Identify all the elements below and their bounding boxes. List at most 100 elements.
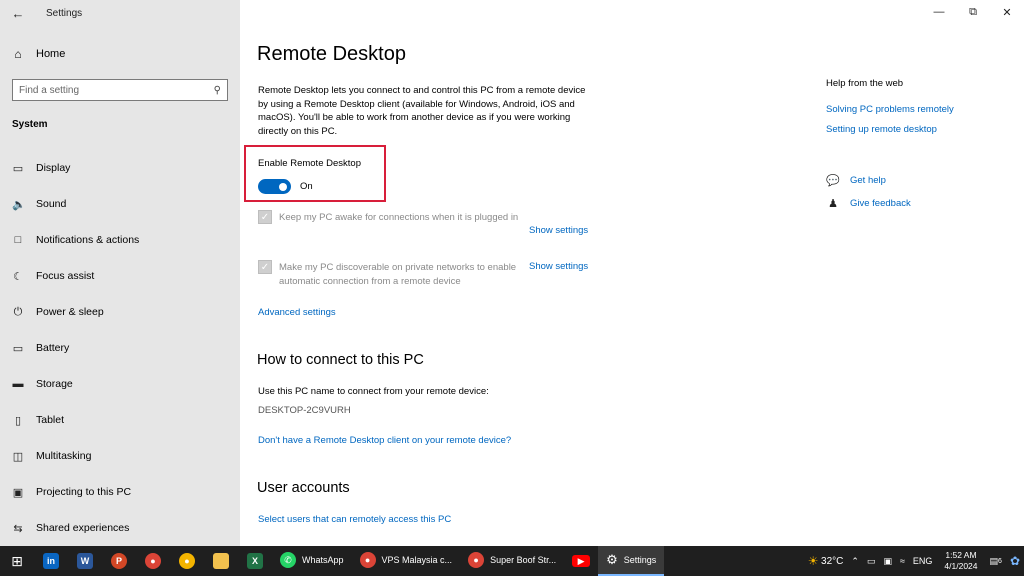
close-button[interactable]: ✕ [990, 0, 1024, 24]
sidebar-item-focus-assist[interactable]: ☾ Focus assist [0, 258, 240, 294]
sidebar-item-projecting[interactable]: ▣ Projecting to this PC [0, 474, 240, 510]
checkmark-icon: ✓ [260, 211, 270, 223]
show-settings-link-2[interactable]: Show settings [529, 261, 588, 272]
taskbar-file-explorer[interactable] [204, 546, 238, 576]
search-box[interactable]: ⚲ [12, 79, 228, 101]
window-controls: — ⧉ ✕ [922, 0, 1024, 24]
speaker-icon: 🔈 [12, 198, 26, 211]
keep-awake-checkbox[interactable]: ✓ [258, 210, 272, 224]
get-help[interactable]: 💬 Get help [826, 174, 886, 187]
taskbar-excel[interactable]: X [238, 546, 272, 576]
help-link-2[interactable]: Setting up remote desktop [826, 124, 937, 135]
sidebar-item-storage[interactable]: ▬ Storage [0, 366, 240, 402]
clock-date: 4/1/2024 [944, 561, 978, 571]
taskbar-app-label: VPS Malaysia c... [381, 555, 453, 565]
tray-network[interactable]: ≈ [896, 556, 909, 566]
show-settings-link-1[interactable]: Show settings [529, 225, 588, 236]
tray-copilot[interactable]: ✿ [1006, 554, 1024, 568]
temperature: 32°C [821, 555, 844, 567]
show-hidden-icons[interactable]: ⌃ [847, 556, 863, 567]
windows-icon: ⊞ [11, 552, 23, 569]
tablet-icon: ▯ [14, 414, 22, 427]
start-button[interactable]: ⊞ [0, 546, 34, 576]
toggle-state: On [300, 181, 313, 192]
restore-icon: ⧉ [969, 5, 977, 18]
give-feedback-link[interactable]: Give feedback [850, 198, 911, 209]
advanced-settings-link[interactable]: Advanced settings [258, 307, 336, 318]
linkedin-icon: in [43, 553, 59, 569]
connect-heading: How to connect to this PC [257, 352, 424, 368]
search-icon[interactable]: ⚲ [214, 85, 221, 96]
weather-widget[interactable]: ☀ 32°C [804, 554, 848, 568]
sidebar-item-label: Focus assist [36, 270, 95, 282]
chat-help-icon: 💬 [826, 175, 840, 187]
clock[interactable]: 1:52 AM 4/1/2024 [936, 550, 985, 572]
taskbar-settings[interactable]: ⚙ Settings [598, 546, 665, 576]
excel-icon: X [247, 553, 263, 569]
taskbar-chrome-super[interactable]: ● Super Boof Str... [460, 546, 564, 576]
power-icon: ⏻ [13, 305, 23, 318]
sidebar-item-tablet[interactable]: ▯ Tablet [0, 402, 240, 438]
section-header: System [12, 119, 48, 130]
sidebar-nav: ▭ Display 🔈 Sound □ Notifications & actions… [0, 150, 240, 546]
sidebar-item-battery[interactable]: ▭ Battery [0, 330, 240, 366]
tray-battery[interactable]: ▭ [863, 556, 880, 567]
enable-remote-desktop-toggle[interactable] [258, 179, 291, 194]
back-button[interactable]: ← [0, 0, 36, 26]
taskbar-chrome-vps[interactable]: ● VPS Malaysia c... [352, 546, 461, 576]
sidebar-item-display[interactable]: ▭ Display [0, 150, 240, 186]
taskbar-chrome-2[interactable]: ● [170, 546, 204, 576]
enable-label: Enable Remote Desktop [258, 158, 361, 169]
accounts-heading: User accounts [257, 480, 350, 496]
sidebar-item-label: Storage [36, 378, 73, 390]
taskbar-linkedin[interactable]: in [34, 546, 68, 576]
battery-icon: ▭ [866, 555, 876, 566]
taskbar-whatsapp[interactable]: ✆ WhatsApp [272, 546, 352, 576]
taskbar-word[interactable]: W [68, 546, 102, 576]
wifi-icon: ≈ [899, 556, 905, 566]
tray-language[interactable]: ENG [909, 556, 937, 566]
sidebar-item-sound[interactable]: 🔈 Sound [0, 186, 240, 222]
sidebar-item-shared-experiences[interactable]: ⇆ Shared experiences [0, 510, 240, 546]
sidebar-item-power-sleep[interactable]: ⏻ Power & sleep [0, 294, 240, 330]
window-title: Settings [46, 7, 83, 19]
restore-button[interactable]: ⧉ [956, 0, 990, 24]
close-icon: ✕ [1002, 6, 1012, 19]
search-input[interactable] [19, 84, 214, 96]
language-indicator: ENG [912, 556, 933, 566]
sidebar-item-label: Sound [36, 198, 67, 210]
page-title: Remote Desktop [257, 43, 406, 65]
sidebar-item-label: Notifications & actions [36, 234, 140, 246]
youtube-icon: ▶ [572, 555, 591, 567]
notification-count: 6 [998, 557, 1002, 565]
select-users-link[interactable]: Select users that can remotely access th… [258, 514, 451, 525]
give-feedback[interactable]: ♟ Give feedback [826, 197, 911, 210]
minimize-button[interactable]: — [922, 0, 956, 24]
chevron-up-icon: ⌃ [851, 555, 859, 566]
taskbar-youtube[interactable]: ▶ [564, 546, 598, 576]
discoverable-checkbox[interactable]: ✓ [258, 260, 272, 274]
client-link[interactable]: Don't have a Remote Desktop client on yo… [258, 435, 511, 446]
sidebar-item-label: Power & sleep [36, 306, 104, 318]
sidebar-item-home[interactable]: ⌂ Home [12, 47, 65, 61]
sidebar-item-label: Battery [36, 342, 70, 354]
chrome-icon: ● [359, 552, 376, 568]
moon-icon: ☾ [13, 270, 23, 283]
tray-meet[interactable]: ▣ [879, 556, 896, 567]
sidebar-item-multitasking[interactable]: ◫ Multitasking [0, 438, 240, 474]
taskbar: ⊞ in W P ● ● X ✆ WhatsApp ● VPS Malaysia c… [0, 546, 1024, 576]
notification-center[interactable]: ▤ 6 [986, 556, 1006, 567]
sidebar-item-label: Projecting to this PC [36, 486, 132, 498]
battery-icon: ▭ [12, 342, 24, 355]
taskbar-chrome-1[interactable]: ● [136, 546, 170, 576]
sidebar-item-notifications[interactable]: □ Notifications & actions [0, 222, 240, 258]
help-link-1[interactable]: Solving PC problems remotely [826, 104, 954, 115]
sidebar: ← Settings ⌂ Home ⚲ System ▭ Display 🔈 Sou… [0, 0, 240, 546]
folder-icon [213, 553, 229, 569]
home-label: Home [36, 48, 66, 60]
taskbar-powerpoint[interactable]: P [102, 546, 136, 576]
sidebar-item-label: Shared experiences [36, 522, 130, 534]
get-help-link[interactable]: Get help [850, 175, 886, 186]
chrome-icon: ● [468, 552, 485, 568]
shared-experiences-icon: ⇆ [13, 522, 23, 535]
